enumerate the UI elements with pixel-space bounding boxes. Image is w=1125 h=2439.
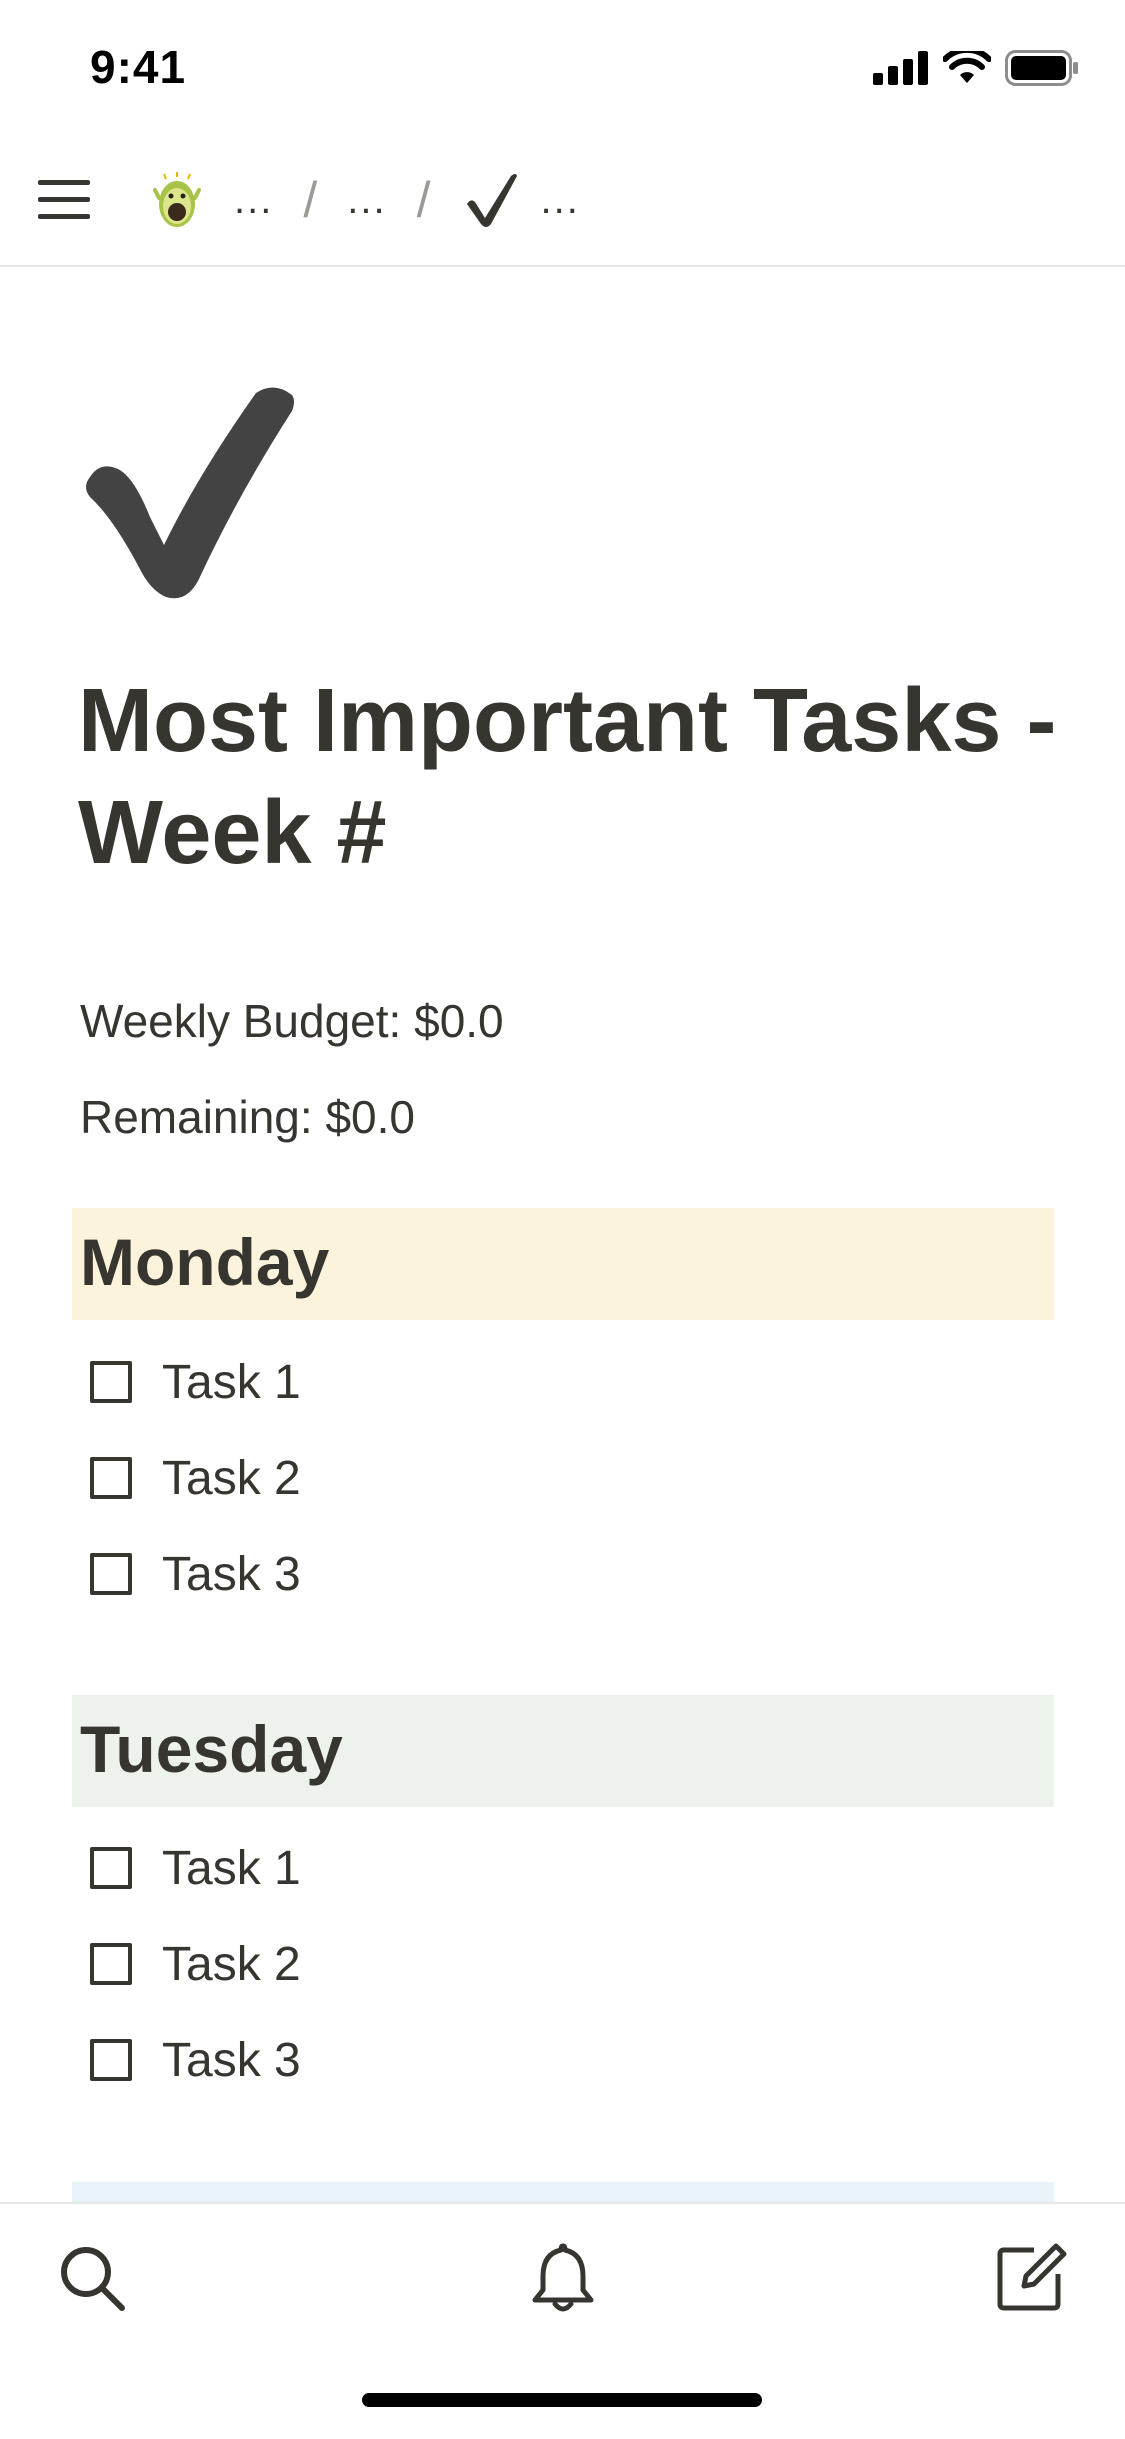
todo-item[interactable]: Task 3: [90, 1539, 301, 1609]
breadcrumb-separator: /: [303, 172, 318, 228]
breadcrumb: ... / ... / ...: [150, 160, 580, 240]
todo-label: Task 2: [162, 1451, 301, 1505]
navigation-bar: ... / ... / ...: [0, 130, 1125, 267]
checkbox[interactable]: [90, 1553, 132, 1595]
todo-item[interactable]: Task 2: [90, 1929, 301, 1999]
todo-label: Task 2: [162, 1937, 301, 1991]
next-day-heading-partial[interactable]: [72, 2182, 1054, 2202]
checkmark-icon[interactable]: [461, 170, 521, 230]
tuesday-heading[interactable]: Tuesday: [72, 1695, 1054, 1807]
checkbox[interactable]: [90, 1457, 132, 1499]
breadcrumb-separator: /: [416, 172, 431, 228]
monday-heading[interactable]: Monday: [72, 1208, 1054, 1320]
checkbox[interactable]: [90, 1847, 132, 1889]
battery-icon: [1005, 50, 1078, 86]
breadcrumb-item-parent[interactable]: ...: [347, 178, 386, 223]
todo-label: Task 3: [162, 1547, 301, 1601]
status-bar: 9:41: [0, 0, 1125, 130]
day-heading-label: Monday: [80, 1225, 330, 1299]
checkbox[interactable]: [90, 1361, 132, 1403]
checkbox[interactable]: [90, 1943, 132, 1985]
todo-item[interactable]: Task 1: [90, 1833, 301, 1903]
todo-item[interactable]: Task 1: [90, 1347, 301, 1417]
todo-label: Task 1: [162, 1841, 301, 1895]
todo-label: Task 3: [162, 2033, 301, 2087]
avocado-avatar-icon[interactable]: [150, 170, 204, 230]
remaining-text[interactable]: Remaining: $0.0: [80, 1090, 415, 1144]
todo-label: Task 1: [162, 1355, 301, 1409]
status-time: 9:41: [90, 41, 187, 93]
home-indicator: [362, 2393, 762, 2407]
weekly-budget-text[interactable]: Weekly Budget: $0.0: [80, 994, 504, 1048]
hamburger-menu-icon[interactable]: [36, 170, 96, 230]
todo-item[interactable]: Task 2: [90, 1443, 301, 1513]
checkmark-icon[interactable]: [78, 385, 308, 605]
breadcrumb-item-current[interactable]: ...: [541, 178, 580, 223]
wifi-icon: [943, 51, 991, 83]
status-icons: [873, 50, 1079, 86]
todo-item[interactable]: Task 3: [90, 2025, 301, 2095]
checkbox[interactable]: [90, 2039, 132, 2081]
page-title[interactable]: Most Important Tasks - Week #: [78, 665, 1068, 889]
cellular-signal-icon: [873, 51, 928, 85]
day-heading-label: Tuesday: [80, 1712, 343, 1786]
compose-icon[interactable]: [990, 2238, 1070, 2318]
search-icon[interactable]: [52, 2238, 132, 2318]
breadcrumb-item-workspace[interactable]: ...: [234, 178, 273, 223]
bell-icon[interactable]: [523, 2238, 603, 2318]
